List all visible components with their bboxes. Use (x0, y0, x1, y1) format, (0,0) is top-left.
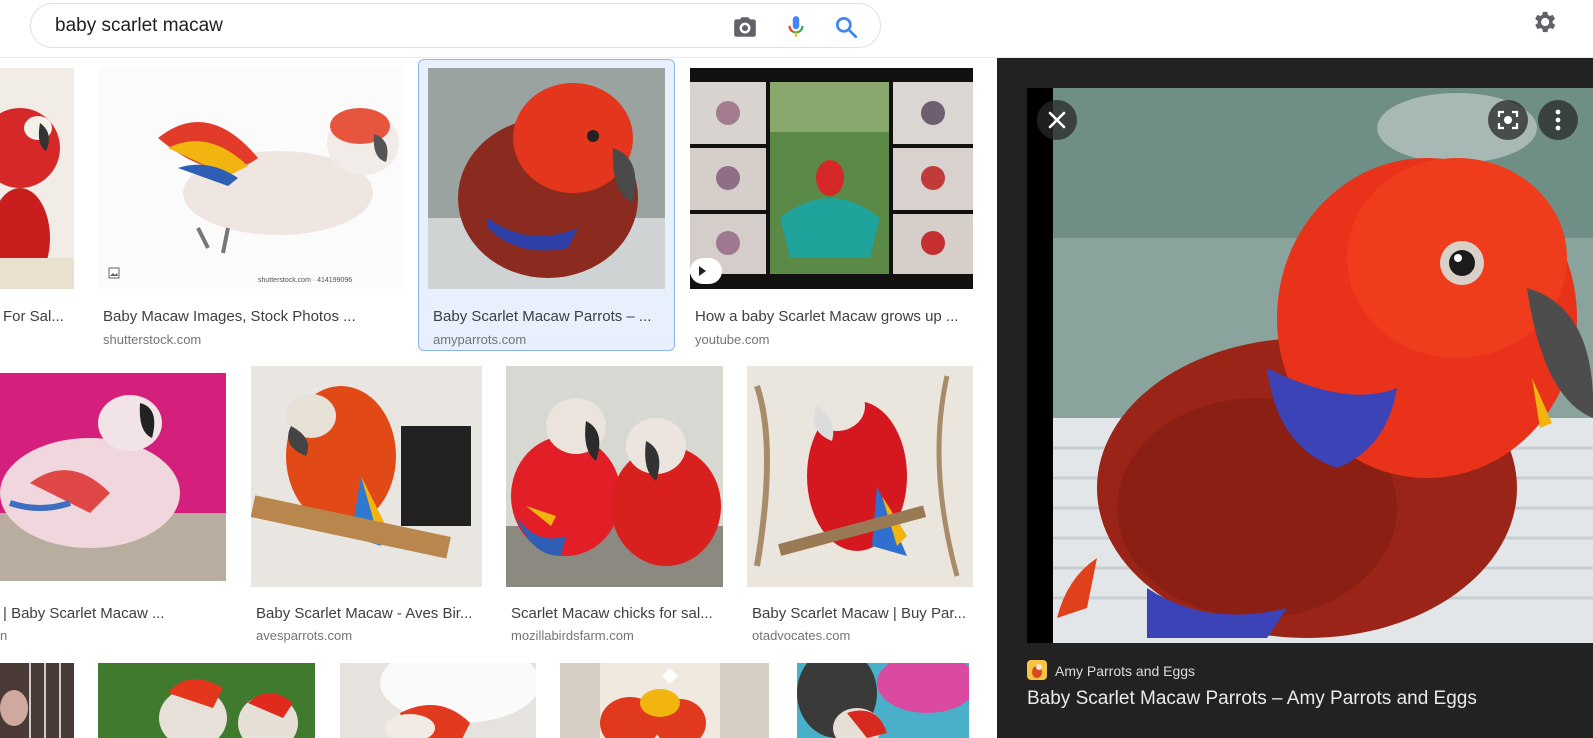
result-thumbnail[interactable] (506, 366, 723, 587)
result-title[interactable]: Baby Scarlet Macaw | Buy Par... (752, 605, 970, 622)
result-thumbnail[interactable] (690, 68, 973, 289)
search-icon[interactable] (833, 14, 859, 40)
top-bar (0, 0, 1593, 58)
preview-panel: Amy Parrots and Eggs Baby Scarlet Macaw … (997, 58, 1593, 738)
camera-icon[interactable] (732, 14, 758, 40)
result-thumbnail[interactable] (98, 663, 315, 738)
result-source[interactable]: otadvocates.com (752, 628, 850, 643)
result-card[interactable]: For Sal... (0, 68, 80, 348)
result-card[interactable]: Baby Scarlet Macaw | Buy Par... otadvoca… (747, 366, 975, 646)
video-badge (690, 258, 722, 289)
result-title[interactable]: Scarlet Macaw chicks for sal... (511, 605, 721, 622)
preview-image[interactable] (1027, 88, 1593, 643)
result-title[interactable]: Baby Scarlet Macaw Parrots – ... (433, 308, 658, 325)
result-title[interactable]: How a baby Scarlet Macaw grows up ... (695, 308, 970, 325)
result-title[interactable]: | Baby Scarlet Macaw ... (3, 605, 228, 622)
search-box[interactable] (30, 3, 881, 48)
result-title[interactable]: For Sal... (3, 308, 73, 325)
result-thumbnail[interactable] (0, 373, 226, 581)
result-source[interactable]: amyparrots.com (433, 332, 526, 347)
result-thumbnail[interactable] (0, 663, 74, 738)
mic-icon[interactable] (783, 14, 809, 40)
result-thumbnail[interactable]: shutterstock.com · 414199096 (98, 68, 404, 289)
result-thumbnail[interactable] (560, 663, 769, 738)
site-favicon (1027, 660, 1047, 680)
result-source[interactable]: youtube.com (695, 332, 769, 347)
lens-button[interactable] (1488, 100, 1528, 140)
gear-icon[interactable] (1530, 8, 1558, 36)
result-thumbnail[interactable] (797, 663, 969, 738)
result-card-selected[interactable]: Baby Scarlet Macaw Parrots – ... amyparr… (418, 68, 675, 348)
result-source[interactable]: mozillabirdsfarm.com (511, 628, 634, 643)
result-source[interactable]: n (0, 628, 7, 643)
result-card[interactable]: shutterstock.com · 414199096 Baby Macaw … (98, 68, 404, 348)
close-icon (1037, 111, 1077, 144)
result-card[interactable]: Baby Scarlet Macaw - Aves Bir... avespar… (251, 366, 486, 646)
search-input[interactable] (55, 13, 715, 39)
result-title[interactable]: Baby Macaw Images, Stock Photos ... (103, 308, 393, 325)
result-thumbnail[interactable] (340, 663, 536, 738)
preview-title[interactable]: Baby Scarlet Macaw Parrots – Amy Parrots… (1027, 688, 1477, 710)
result-card[interactable]: Scarlet Macaw chicks for sal... mozillab… (506, 366, 726, 646)
result-thumbnail[interactable] (428, 68, 665, 289)
more-options-button[interactable] (1538, 100, 1578, 140)
lens-icon (1488, 110, 1528, 144)
more-vert-icon (1538, 109, 1578, 144)
site-name[interactable]: Amy Parrots and Eggs (1055, 663, 1195, 679)
result-thumbnail[interactable] (0, 68, 74, 289)
close-button[interactable] (1037, 100, 1077, 140)
watermark-text: shutterstock.com · 414199096 (258, 277, 352, 284)
result-source[interactable]: shutterstock.com (103, 332, 201, 347)
results-grid: For Sal... shutterstock.com · 414199096 … (0, 59, 997, 738)
result-thumbnail[interactable] (251, 366, 482, 587)
result-card[interactable]: How a baby Scarlet Macaw grows up ... yo… (690, 68, 973, 348)
image-icon (108, 266, 120, 284)
result-source[interactable]: avesparrots.com (256, 628, 352, 643)
result-card[interactable]: | Baby Scarlet Macaw ... n (0, 366, 230, 646)
result-title[interactable]: Baby Scarlet Macaw - Aves Bir... (256, 605, 476, 622)
result-thumbnail[interactable] (747, 366, 973, 587)
